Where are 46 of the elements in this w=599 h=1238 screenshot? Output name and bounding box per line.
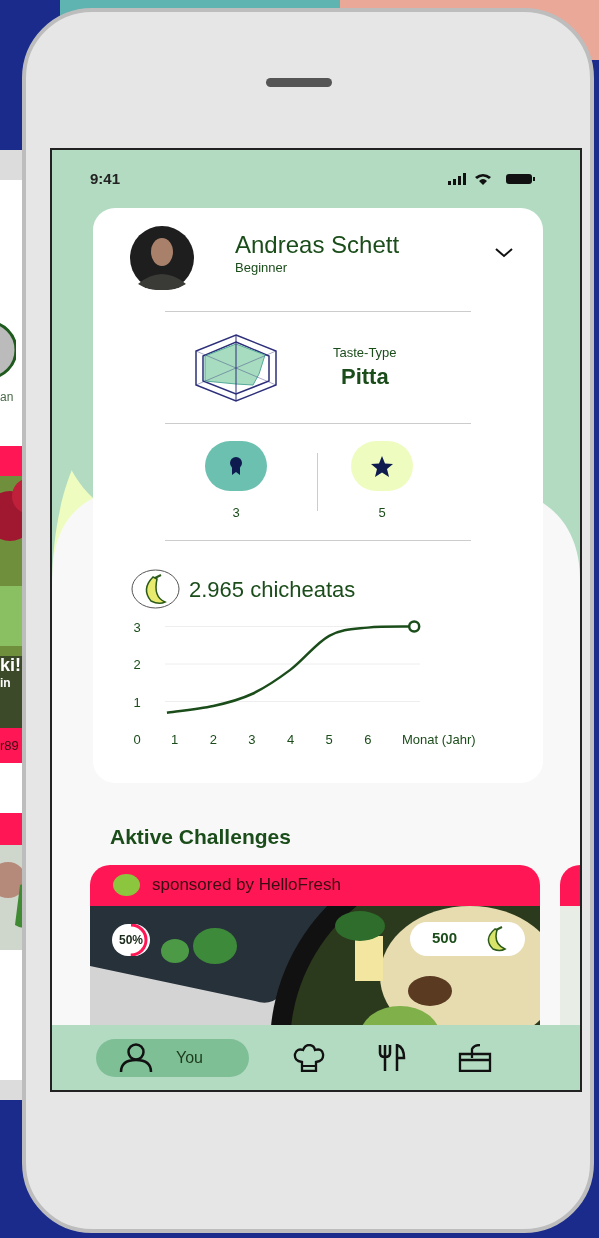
- progress-text: 50%: [119, 931, 143, 949]
- battery-icon: [506, 174, 535, 184]
- x-tick-label: 3: [248, 732, 256, 747]
- radar-chart-icon: [195, 333, 277, 402]
- taste-type-label: Taste-Type: [333, 343, 397, 362]
- points-value: 2.965 chicheatas: [189, 575, 356, 604]
- sponsor-text: sponsored by HelloFresh: [152, 874, 341, 897]
- signal-icon: [448, 173, 466, 185]
- side-text: in: [0, 676, 12, 690]
- badge-count: 5: [378, 504, 386, 523]
- speaker-slot: [266, 78, 332, 87]
- section-title: Aktive Challenges: [110, 825, 291, 848]
- taste-type-value: Pitta: [340, 363, 389, 392]
- profile-level: Beginner: [235, 260, 289, 276]
- star-icon: [371, 455, 393, 477]
- y-tick-label: 0: [133, 732, 141, 747]
- y-tick-label: 2: [133, 657, 141, 672]
- profile-name: Andreas Schett: [235, 230, 400, 260]
- side-text: ki!: [0, 654, 21, 676]
- x-tick-label: 2: [209, 732, 217, 747]
- challenge-card[interactable]: sponsored by HelloFresh 50% 500: [90, 864, 540, 1028]
- nav-label: You: [176, 1047, 203, 1068]
- reward-value: 500: [432, 928, 458, 949]
- avatar: [0, 320, 16, 380]
- wifi-icon: [475, 174, 491, 185]
- sponsor-logo: [113, 874, 140, 896]
- end-point-marker: [407, 620, 421, 633]
- status-time: 9:41: [90, 168, 121, 189]
- medal-icon: [228, 456, 244, 477]
- cutlery-icon[interactable]: [377, 1043, 407, 1072]
- side-text: r89: [0, 736, 19, 755]
- banana-icon: [131, 569, 180, 609]
- box-icon[interactable]: [458, 1043, 492, 1072]
- y-tick-label: 3: [133, 619, 141, 635]
- x-tick-label: 4: [286, 732, 295, 747]
- chef-hat-icon[interactable]: [292, 1043, 326, 1072]
- chevron-down-icon[interactable]: [495, 248, 513, 258]
- x-tick-label: 1: [171, 732, 179, 747]
- y-tick-label: 1: [133, 694, 141, 710]
- x-axis-label: Monat (Jahr): [402, 732, 476, 747]
- badge-count: 3: [232, 504, 240, 523]
- side-text: an: [0, 390, 15, 404]
- person-icon: [118, 1042, 154, 1073]
- x-tick-label: 5: [325, 732, 333, 747]
- nav-item[interactable]: You: [96, 1038, 249, 1077]
- x-tick-label: 6: [364, 732, 372, 747]
